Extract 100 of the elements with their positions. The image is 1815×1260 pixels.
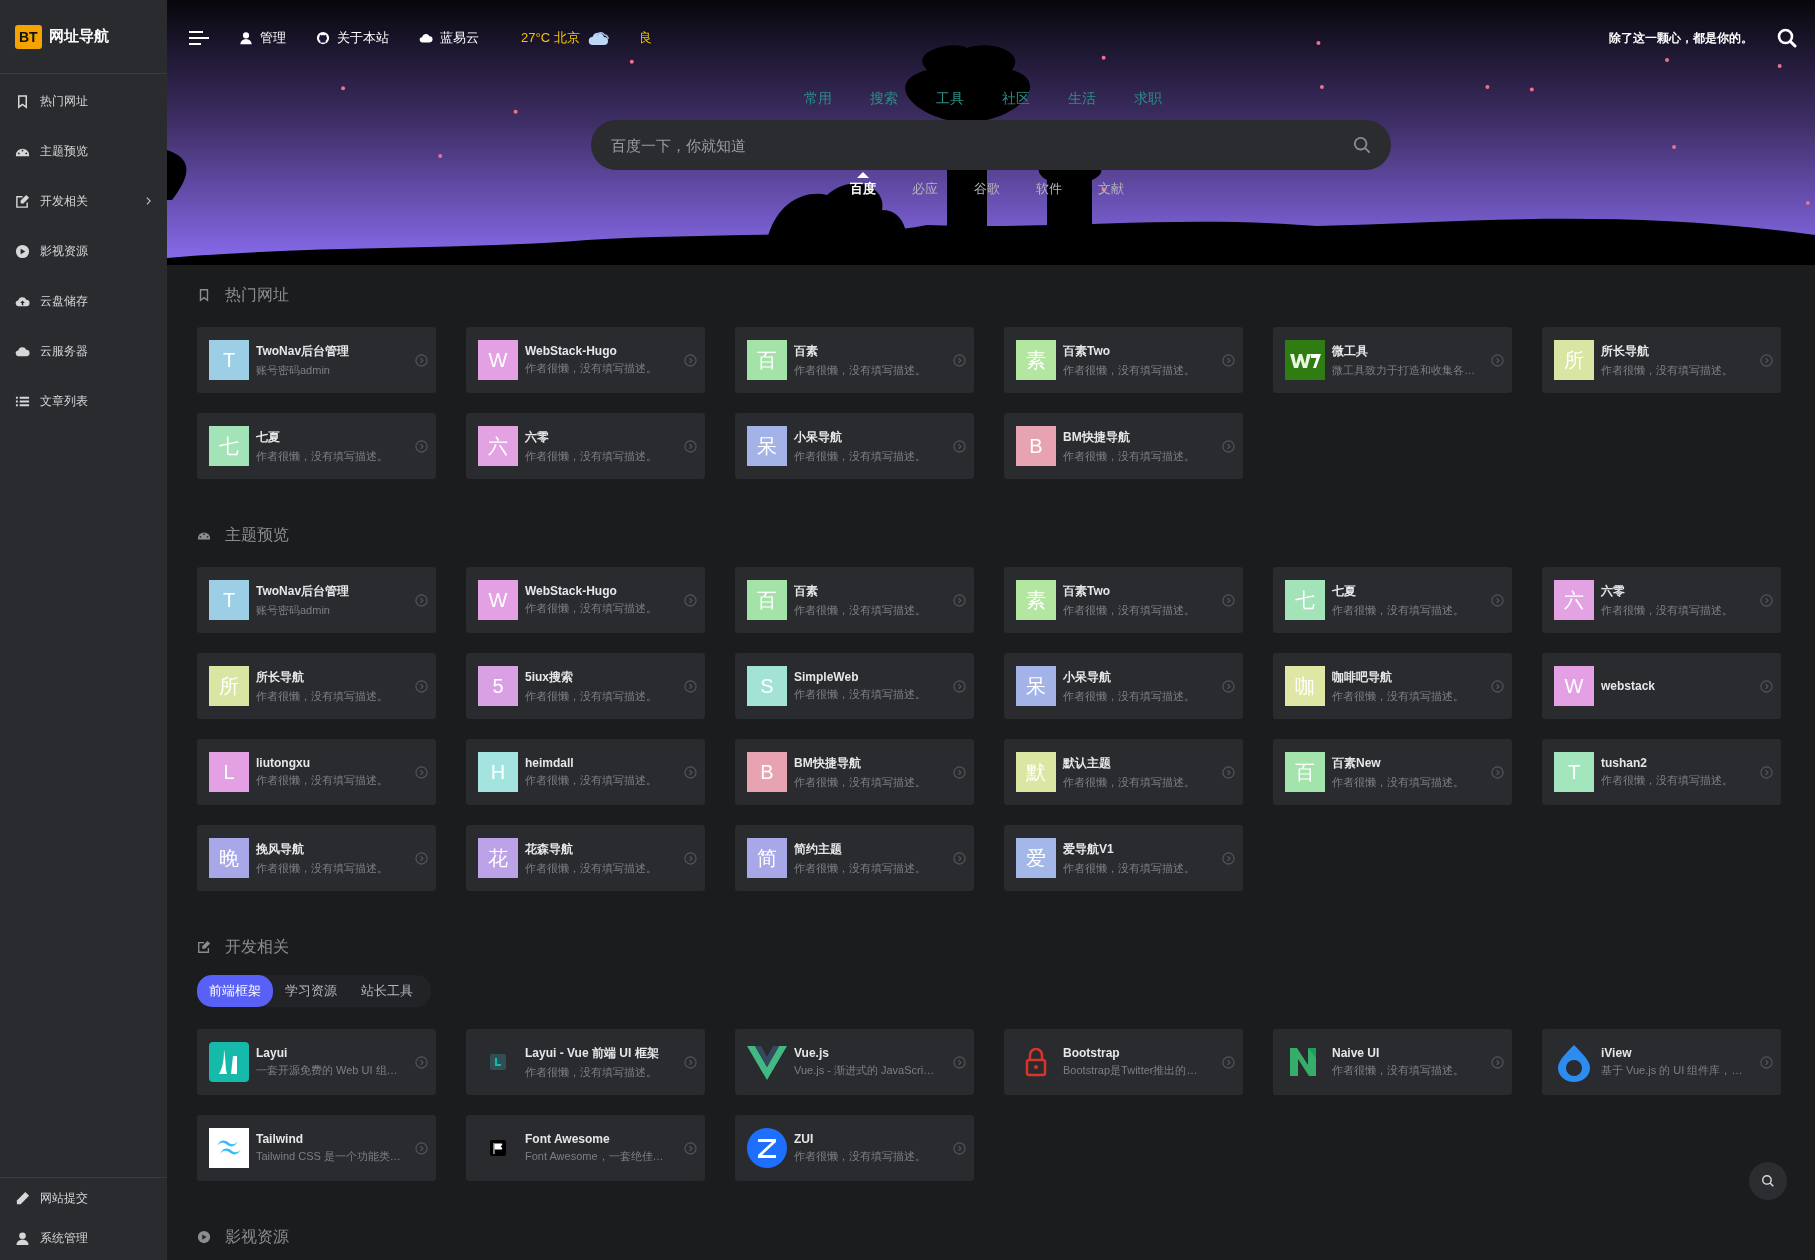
- site-card[interactable]: Bootstrap Bootstrap是Twitter推出的…: [1004, 1029, 1243, 1095]
- search-field[interactable]: 百度一下，你就知道: [591, 120, 1391, 170]
- site-card[interactable]: 爱 爱导航V1 作者很懒，没有填写描述。: [1004, 825, 1243, 891]
- letter-tile: 简: [747, 838, 787, 878]
- card-description: 作者很懒，没有填写描述。: [1063, 860, 1196, 876]
- edit-icon: [197, 940, 211, 954]
- site-card[interactable]: 简 简约主题 作者很懒，没有填写描述。: [735, 825, 974, 891]
- sidebar-item[interactable]: 热门网址: [0, 76, 167, 126]
- search-category-tab[interactable]: 求职: [1134, 90, 1162, 108]
- site-card[interactable]: 呆 小呆导航 作者很懒，没有填写描述。: [1004, 653, 1243, 719]
- section-title: 热门网址: [225, 284, 289, 305]
- site-card[interactable]: Vue.js Vue.js - 渐进式的 JavaScri…: [735, 1029, 974, 1095]
- site-card[interactable]: Layui - Vue 前端 UI 框架 作者很懒，没有填写描述。: [466, 1029, 705, 1095]
- sidebar-item[interactable]: 文章列表: [0, 376, 167, 426]
- site-card[interactable]: 所 所长导航 作者很懒，没有填写描述。: [1542, 327, 1781, 393]
- card-title: WebStack-Hugo: [525, 584, 618, 598]
- site-card[interactable]: ZUI 作者很懒，没有填写描述。: [735, 1115, 974, 1181]
- card-title: 小呆导航: [1063, 668, 1112, 686]
- sidebar-item[interactable]: 开发相关: [0, 176, 167, 226]
- sidebar-item[interactable]: 影视资源: [0, 226, 167, 276]
- site-card[interactable]: B BM快捷导航 作者很懒，没有填写描述。: [1004, 413, 1243, 479]
- search-category-tab[interactable]: 工具: [936, 90, 964, 108]
- nav-link[interactable]: 管理: [239, 29, 286, 47]
- sidebar-item[interactable]: 云服务器: [0, 326, 167, 376]
- section-title: 主题预览: [225, 524, 289, 545]
- site-card[interactable]: Naive UI 作者很懒，没有填写描述。: [1273, 1029, 1512, 1095]
- site-card[interactable]: 七 七夏 作者很懒，没有填写描述。: [197, 413, 436, 479]
- site-card[interactable]: 默 默认主题 作者很懒，没有填写描述。: [1004, 739, 1243, 805]
- site-card[interactable]: S SimpleWeb 作者很懒，没有填写描述。: [735, 653, 974, 719]
- search-category-tab[interactable]: 搜索: [870, 90, 898, 108]
- letter-tile: 5: [478, 666, 518, 706]
- card-title: Vue.js: [794, 1046, 830, 1060]
- site-card[interactable]: 百 百素 作者很懒，没有填写描述。: [735, 567, 974, 633]
- search-category-tab[interactable]: 常用: [804, 90, 832, 108]
- sidebar-item[interactable]: 系统管理: [0, 1218, 167, 1258]
- card-description: 作者很懒，没有填写描述。: [525, 860, 658, 876]
- nav-link[interactable]: 蓝易云: [419, 29, 479, 47]
- sidebar-item[interactable]: 网站提交: [0, 1178, 167, 1218]
- site-card[interactable]: W webstack: [1542, 653, 1781, 719]
- card-description: 作者很懒，没有填写描述。: [1332, 688, 1465, 704]
- arrow-circle-icon: [1760, 679, 1773, 693]
- menu-icon[interactable]: [189, 30, 209, 46]
- site-card[interactable]: 咖 咖啡吧导航 作者很懒，没有填写描述。: [1273, 653, 1512, 719]
- site-card[interactable]: 素 百素Two 作者很懒，没有填写描述。: [1004, 567, 1243, 633]
- search-category-tab[interactable]: 生活: [1068, 90, 1096, 108]
- site-card[interactable]: 呆 小呆导航 作者很懒，没有填写描述。: [735, 413, 974, 479]
- card-title: TwoNav后台管理: [256, 582, 351, 600]
- nav-link[interactable]: 关于本站: [316, 29, 389, 47]
- site-card[interactable]: iView 基于 Vue.js 的 UI 组件库，…: [1542, 1029, 1781, 1095]
- letter-tile: 六: [1554, 580, 1594, 620]
- search-icon[interactable]: [1777, 28, 1797, 48]
- site-card[interactable]: 5 5iux搜索 作者很懒，没有填写描述。: [466, 653, 705, 719]
- card-title: 所长导航: [1601, 342, 1650, 360]
- card-title: 微工具: [1332, 342, 1369, 360]
- site-card[interactable]: 花 花森导航 作者很懒，没有填写描述。: [466, 825, 705, 891]
- sidebar-item[interactable]: 主题预览: [0, 126, 167, 176]
- w-logo-icon: [1285, 340, 1325, 380]
- letter-tile: W: [478, 580, 518, 620]
- site-card[interactable]: 素 百素Two 作者很懒，没有填写描述。: [1004, 327, 1243, 393]
- site-card[interactable]: W WebStack-Hugo 作者很懒，没有填写描述。: [466, 567, 705, 633]
- tab[interactable]: 学习资源: [273, 975, 349, 1007]
- arrow-circle-icon: [684, 1055, 697, 1069]
- card-description: 作者很懒，没有填写描述。: [1332, 602, 1465, 618]
- letter-tile: 呆: [747, 426, 787, 466]
- site-card[interactable]: B BM快捷导航 作者很懒，没有填写描述。: [735, 739, 974, 805]
- arrow-circle-icon: [1222, 765, 1235, 779]
- card-description: 作者很懒，没有填写描述。: [256, 773, 389, 788]
- site-card[interactable]: 百 百素New 作者很懒，没有填写描述。: [1273, 739, 1512, 805]
- card-title: heimdall: [525, 756, 575, 770]
- search-button[interactable]: [1749, 1162, 1787, 1200]
- site-card[interactable]: T TwoNav后台管理 账号密码admin: [197, 327, 436, 393]
- arrow-circle-icon: [1222, 851, 1235, 865]
- card-title: Layui - Vue 前端 UI 框架: [525, 1044, 660, 1062]
- site-card[interactable]: T tushan2 作者很懒，没有填写描述。: [1542, 739, 1781, 805]
- site-card[interactable]: 所 所长导航 作者很懒，没有填写描述。: [197, 653, 436, 719]
- card-description: 作者很懒，没有填写描述。: [794, 362, 927, 378]
- site-card[interactable]: 百 百素 作者很懒，没有填写描述。: [735, 327, 974, 393]
- sidebar-item[interactable]: 云盘储存: [0, 276, 167, 326]
- card-title: 百素New: [1332, 754, 1382, 772]
- card-title: liutongxu: [256, 756, 311, 770]
- arrow-circle-icon: [1491, 679, 1504, 693]
- search-engine-tab[interactable]: 谷歌: [974, 180, 1000, 198]
- site-card[interactable]: 晚 挽风导航 作者很懒，没有填写描述。: [197, 825, 436, 891]
- card-description: 作者很懒，没有填写描述。: [525, 448, 658, 464]
- card-description: 作者很懒，没有填写描述。: [1332, 774, 1465, 790]
- site-card[interactable]: 六 六零 作者很懒，没有填写描述。: [1542, 567, 1781, 633]
- site-card[interactable]: W WebStack-Hugo 作者很懒，没有填写描述。: [466, 327, 705, 393]
- tab[interactable]: 前端框架: [197, 975, 273, 1007]
- card-description: 微工具致力于打造和收集各…: [1332, 362, 1476, 378]
- card-title: 花森导航: [525, 840, 574, 858]
- site-card[interactable]: 微工具 微工具致力于打造和收集各…: [1273, 327, 1512, 393]
- arrow-circle-icon: [953, 851, 966, 865]
- site-card[interactable]: H heimdall 作者很懒，没有填写描述。: [466, 739, 705, 805]
- card-description: 作者很懒，没有填写描述。: [794, 687, 927, 702]
- arrow-circle-icon: [684, 679, 697, 693]
- site-card[interactable]: L liutongxu 作者很懒，没有填写描述。: [197, 739, 436, 805]
- site-card[interactable]: T TwoNav后台管理 账号密码admin: [197, 567, 436, 633]
- site-card[interactable]: 七 七夏 作者很懒，没有填写描述。: [1273, 567, 1512, 633]
- site-card[interactable]: 六 六零 作者很懒，没有填写描述。: [466, 413, 705, 479]
- tab[interactable]: 站长工具: [349, 975, 425, 1007]
